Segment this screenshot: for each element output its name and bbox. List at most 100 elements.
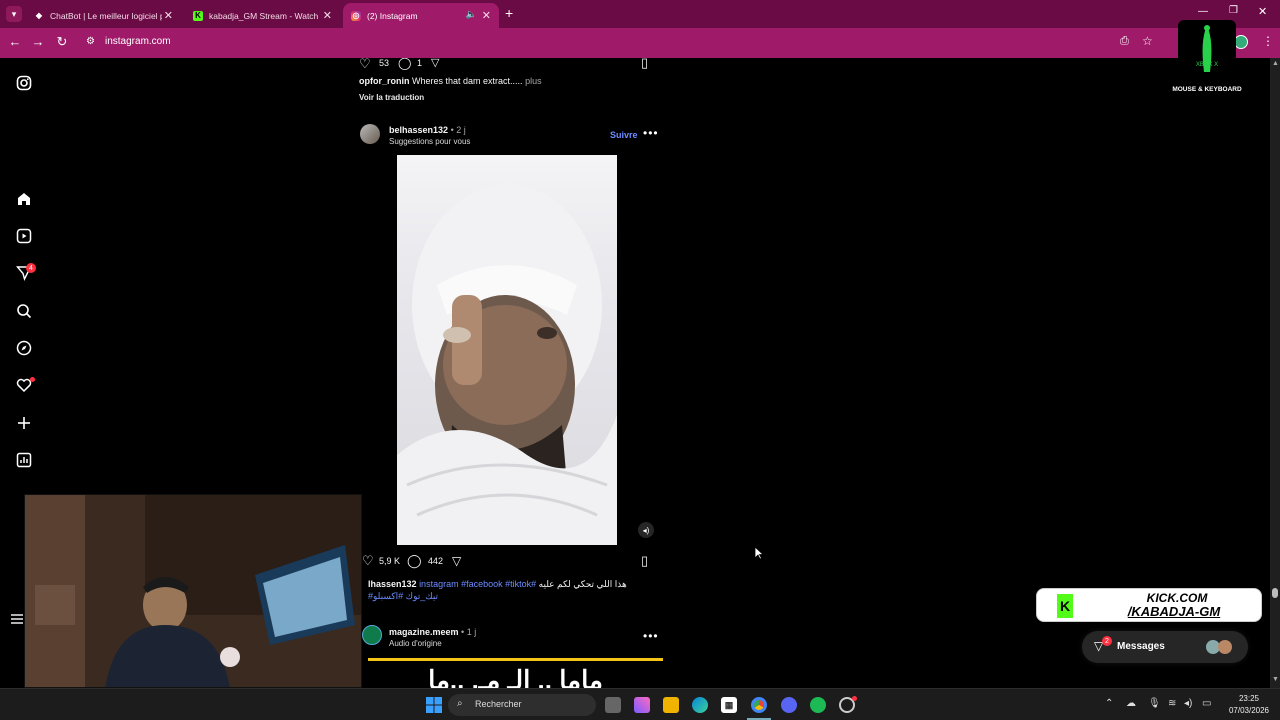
like-count: 53 (379, 58, 390, 68)
browser-toolbar: ← → ↻ ⚙ instagram.com ⎙ ☆ ⋮ (0, 28, 1280, 58)
wifi-icon[interactable]: ≋ (1168, 698, 1176, 709)
caption-text: Wheres that dam extract..... (412, 76, 523, 86)
notification-badge: 4 (26, 263, 36, 273)
post-actions-prev: ♡ 53 ◯ 1 ▽ ▯ (359, 58, 659, 72)
kick-line1: KICK.COM (1146, 591, 1208, 605)
post-time: • 1 j (461, 627, 477, 637)
post-actions-main: ♡ 5,9 K ◯ 442 ▽ ▯ (362, 553, 662, 570)
reload-icon[interactable]: ↻ (53, 34, 71, 50)
save-bookmark-icon[interactable]: ▯ (641, 58, 648, 71)
tab-instagram[interactable]: ◎ (2) Instagram 🔈 ✕ (343, 3, 499, 28)
scrollbar-thumb[interactable] (1272, 588, 1278, 598)
caption-username[interactable]: opfor_ronin (359, 76, 410, 86)
search-icon[interactable] (14, 301, 34, 321)
chevron-up-icon[interactable]: ⌃ (1105, 698, 1113, 709)
post-username[interactable]: magazine.meem (389, 627, 459, 637)
search-icon: ⌕ (457, 698, 463, 709)
chrome-icon[interactable] (751, 697, 767, 713)
caption-hashtags[interactable]: instagram #facebook #tiktok# (419, 579, 536, 589)
close-icon[interactable]: ✕ (164, 9, 173, 22)
instagram-favicon-icon: ◎ (351, 10, 361, 21)
site-info-icon[interactable]: ⚙ (86, 36, 95, 47)
file-explorer-icon[interactable] (663, 697, 679, 713)
next-post-media[interactable]: ماما .. الـ مـ. ..ما (368, 658, 663, 688)
caption-hashtags-line2[interactable]: #تيك_توك #اكسبلو (368, 591, 438, 602)
tab-list-button[interactable]: ▾ (6, 6, 22, 22)
tab-title: (2) Instagram (367, 10, 418, 21)
edge-icon[interactable] (692, 697, 708, 713)
follow-button[interactable]: Suivre (610, 130, 638, 140)
close-icon[interactable]: ✕ (482, 9, 491, 22)
translate-link[interactable]: Voir la traduction (359, 93, 424, 102)
mute-speaker-icon[interactable]: ◂) (638, 522, 654, 538)
maximize-button[interactable]: ❐ (1229, 5, 1238, 16)
reels-icon[interactable] (14, 226, 34, 246)
like-count: 5,9 K (379, 556, 401, 566)
battery-icon[interactable]: ▭ (1202, 698, 1211, 709)
tab-kick[interactable]: K kabadja_GM Stream - Watch Li ✕ (185, 3, 340, 28)
close-icon[interactable]: ✕ (323, 9, 332, 22)
tab-chatbot[interactable]: ◆ ChatBot | Le meilleur logiciel p ✕ (26, 3, 181, 28)
dashboard-icon[interactable] (14, 450, 34, 470)
forward-icon[interactable]: → (29, 34, 47, 49)
scroll-up-icon[interactable]: ▲ (1272, 60, 1279, 67)
copilot-icon[interactable] (634, 697, 650, 713)
discord-icon[interactable] (781, 697, 797, 713)
cloud-icon[interactable]: ☁ (1126, 698, 1136, 709)
home-icon[interactable] (14, 189, 34, 209)
post-video[interactable]: ◂) (352, 155, 663, 545)
messages-button[interactable]: ▽ 2 Messages (1082, 631, 1248, 663)
menu-hamburger-icon[interactable] (10, 609, 24, 629)
clock-time[interactable]: 23:25 (1226, 694, 1272, 703)
minimize-button[interactable]: — (1198, 6, 1208, 17)
scroll-down-icon[interactable]: ▼ (1272, 676, 1279, 683)
more-options-icon[interactable]: ••• (643, 126, 659, 140)
like-heart-icon[interactable]: ♡ (362, 553, 374, 569)
volume-icon[interactable]: ◂) (1184, 698, 1192, 709)
comment-icon[interactable]: ◯ (407, 553, 422, 569)
clock-date[interactable]: 07/03/2026 (1222, 706, 1276, 715)
webcam-overlay (24, 494, 362, 688)
share-icon[interactable]: ▽ (431, 58, 439, 69)
install-app-icon[interactable]: ⎙ (1120, 35, 1129, 48)
windows-taskbar: ⌕ Rechercher ▦ ⌃ ☁ 🎙 ≋ ◂) ▭ 23:25 07/03/… (0, 688, 1280, 720)
create-plus-icon[interactable] (14, 413, 34, 433)
new-tab-button[interactable]: + (505, 5, 513, 21)
window-close-button[interactable]: ✕ (1258, 5, 1267, 18)
speaker-icon[interactable]: 🔈 (466, 9, 477, 20)
address-input[interactable]: instagram.com (105, 36, 171, 47)
post-subtitle: Suggestions pour vous (389, 137, 471, 146)
post-avatar[interactable] (360, 124, 380, 144)
app-alert-dot (852, 696, 857, 701)
xbox-overlay-logo: XBOX X MOUSE & KEYBOARD (1172, 20, 1242, 98)
save-bookmark-icon[interactable]: ▯ (641, 553, 648, 569)
more-options-icon[interactable]: ••• (643, 629, 659, 643)
spotify-icon[interactable] (810, 697, 826, 713)
tab-title: kabadja_GM Stream - Watch Li (209, 10, 321, 21)
store-icon[interactable]: ▦ (721, 697, 737, 713)
share-icon[interactable]: ▽ (452, 554, 461, 568)
kick-line2: /KABADJA-GM (1127, 604, 1221, 619)
back-icon[interactable]: ← (6, 34, 24, 49)
comment-count: 1 (417, 58, 423, 68)
explore-compass-icon[interactable] (14, 338, 34, 358)
post-header: magazine.meem • 1 j (389, 627, 476, 637)
like-heart-icon[interactable]: ♡ (359, 58, 371, 72)
microphone-icon[interactable]: 🎙 (1148, 698, 1161, 709)
post-avatar[interactable] (362, 625, 382, 645)
post-username[interactable]: belhassen132 (389, 125, 448, 135)
caption-more-link[interactable]: plus (525, 76, 542, 86)
post-subtitle: Audio d'origine (389, 639, 442, 648)
bookmark-star-icon[interactable]: ☆ (1142, 34, 1153, 48)
caption-username[interactable]: lhassen132 (368, 579, 417, 589)
windows-start-icon[interactable] (426, 697, 442, 713)
instagram-logo-icon[interactable] (14, 73, 34, 93)
browser-menu-icon[interactable]: ⋮ (1262, 34, 1274, 48)
comment-count: 442 (428, 556, 444, 566)
comment-icon[interactable]: ◯ (398, 58, 411, 70)
task-view-icon[interactable] (605, 697, 621, 713)
taskbar-search-box[interactable]: ⌕ Rechercher (448, 694, 596, 716)
page-scrollbar[interactable]: ▲ ▼ (1270, 58, 1280, 688)
caption-arabic: هذا اللي تحكي لكم عليه (538, 579, 627, 589)
tab-title: ChatBot | Le meilleur logiciel p (50, 10, 162, 21)
